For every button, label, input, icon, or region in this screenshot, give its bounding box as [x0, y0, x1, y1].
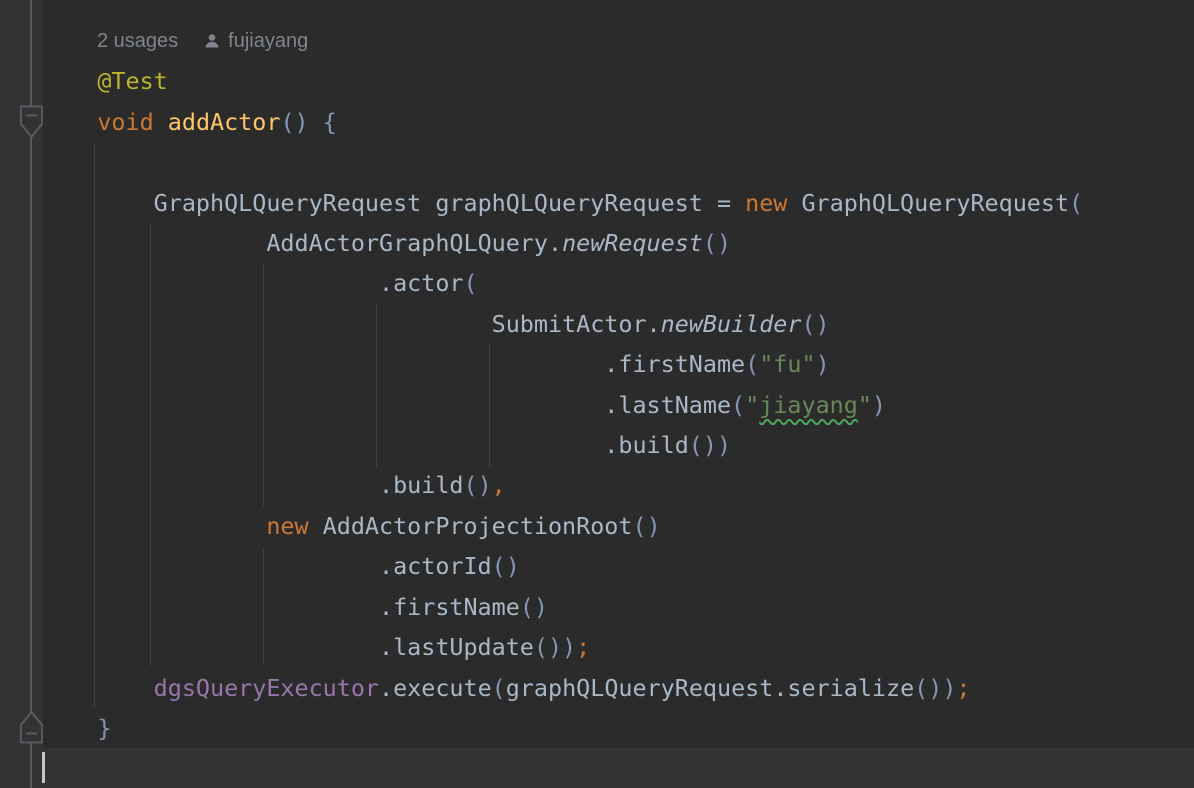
usages-inlay-hint[interactable]: 2 usages [97, 30, 178, 53]
code-line[interactable]: void addActor() { [41, 102, 1194, 142]
code-line[interactable]: .actorId() [41, 546, 1194, 586]
code-line[interactable]: .build()) [41, 425, 1194, 465]
code-line[interactable]: .firstName("fu") [41, 344, 1194, 384]
code-line[interactable]: .firstName() [41, 587, 1194, 627]
code-line[interactable]: .build(), [41, 465, 1194, 505]
code-line[interactable] [41, 748, 1194, 788]
author-person-icon [203, 32, 221, 50]
code-line[interactable]: .actor( [41, 263, 1194, 303]
author-inlay-hint[interactable]: fujiayang [228, 30, 308, 53]
code-line[interactable]: dgsQueryExecutor.execute(graphQLQueryReq… [41, 668, 1194, 708]
code-line[interactable]: SubmitActor.newBuilder() [41, 304, 1194, 344]
code-line[interactable]: AddActorGraphQLQuery.newRequest() [41, 223, 1194, 263]
code-line[interactable]: @Test [41, 61, 1194, 101]
code-area[interactable]: 2 usages fujiayang @Test void addActor()… [41, 21, 1194, 788]
code-line[interactable]: .lastName("jiayang") [41, 385, 1194, 425]
inlay-hint-line: 2 usages fujiayang [41, 21, 1194, 61]
code-line[interactable]: new AddActorProjectionRoot() [41, 506, 1194, 546]
code-line[interactable]: } [41, 708, 1194, 748]
code-editor: 2 usages fujiayang @Test void addActor()… [0, 0, 1194, 788]
code-line[interactable]: .lastUpdate()); [41, 627, 1194, 667]
code-line[interactable] [41, 142, 1194, 182]
code-line[interactable]: GraphQLQueryRequest graphQLQueryRequest … [41, 183, 1194, 223]
